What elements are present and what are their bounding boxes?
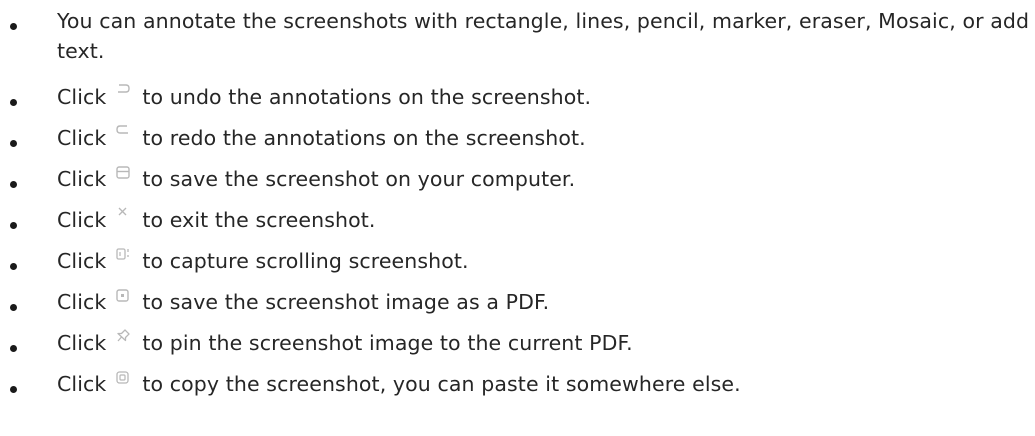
bullet-dot <box>10 23 17 30</box>
bullet-dot <box>10 345 17 352</box>
undo-description: to undo the annotations on the screensho… <box>142 85 592 109</box>
save-icon <box>113 164 133 184</box>
click-word: Click <box>57 372 107 396</box>
scrolling-screenshot-icon <box>113 246 133 266</box>
bullet-dot <box>10 99 17 106</box>
copy-icon <box>113 369 133 389</box>
intro-text: You can annotate the screenshots with re… <box>57 9 1030 63</box>
help-page: You can annotate the screenshots with re… <box>0 0 1035 436</box>
click-word: Click <box>57 167 107 191</box>
pdf-description: to save the screenshot image as a PDF. <box>142 290 550 314</box>
click-word: Click <box>57 249 107 273</box>
close-icon <box>113 205 133 225</box>
click-word: Click <box>57 290 107 314</box>
bullet-dot <box>10 181 17 188</box>
redo-description: to redo the annotations on the screensho… <box>142 126 586 150</box>
bullet-dot <box>10 222 17 229</box>
pin-icon <box>113 328 133 348</box>
click-word: Click <box>57 331 107 355</box>
bullet-dot <box>10 304 17 311</box>
click-word: Click <box>57 85 107 109</box>
exit-description: to exit the screenshot. <box>142 208 376 232</box>
pin-description: to pin the screenshot image to the curre… <box>142 331 633 355</box>
save-as-pdf-icon <box>113 287 133 307</box>
redo-icon <box>113 123 133 143</box>
click-word: Click <box>57 126 107 150</box>
bullet-dot <box>10 140 17 147</box>
bullet-dot <box>10 263 17 270</box>
undo-icon <box>113 82 133 102</box>
scroll-description: to capture scrolling screenshot. <box>142 249 469 273</box>
save-description: to save the screenshot on your computer. <box>142 167 576 191</box>
copy-description: to copy the screenshot, you can paste it… <box>142 372 741 396</box>
bullet-dot <box>10 386 17 393</box>
click-word: Click <box>57 208 107 232</box>
